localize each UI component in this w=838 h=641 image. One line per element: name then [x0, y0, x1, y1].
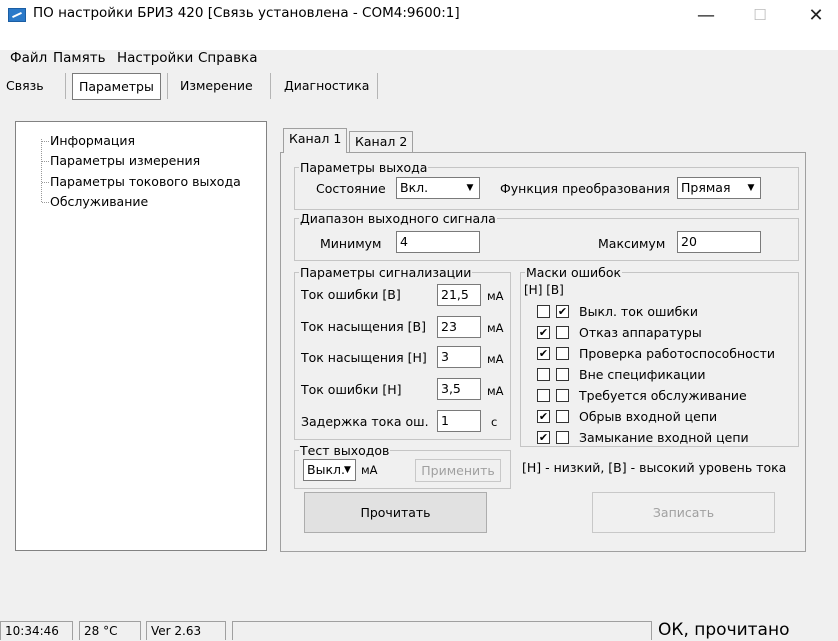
mask-high-checkbox[interactable]	[556, 431, 569, 444]
window-title: ПО настройки БРИЗ 420 [Связь установлена…	[33, 5, 460, 21]
unit-label: мА	[487, 321, 504, 335]
tab-separator	[270, 73, 271, 99]
tab-separator	[167, 73, 168, 99]
tab-separator	[65, 73, 66, 99]
max-input[interactable]: 20	[677, 231, 761, 253]
min-label: Минимум	[320, 236, 382, 251]
test-unit-label: мА	[361, 463, 378, 477]
menu-settings[interactable]: Настройки	[117, 50, 193, 66]
menu-bar	[0, 30, 838, 50]
status-temperature: 28 °C	[79, 621, 141, 640]
mask-high-checkbox[interactable]	[556, 368, 569, 381]
mask-high-checkbox[interactable]	[556, 389, 569, 402]
mask-label: Вне спецификации	[579, 367, 706, 382]
tree-connector	[42, 161, 49, 162]
state-select[interactable]: Вкл. ▼	[396, 177, 480, 199]
state-label: Состояние	[316, 181, 386, 196]
mask-label: Выкл. ток ошибки	[579, 304, 698, 319]
alarm-params-legend: Параметры сигнализации	[300, 265, 472, 280]
max-label: Максимум	[598, 236, 666, 251]
tab-separator	[377, 73, 378, 99]
error-current-low-input[interactable]: 3,5	[437, 378, 481, 400]
apply-button[interactable]: Применить	[415, 459, 501, 482]
range-legend: Диапазон выходного сигнала	[300, 211, 496, 226]
tree-connector	[42, 202, 49, 203]
alarm-label: Ток ошибки [Н]	[301, 382, 402, 397]
tree-item-measurement-params[interactable]: Параметры измерения	[50, 153, 200, 168]
mask-low-checkbox[interactable]: ✔	[537, 347, 550, 360]
status-time: 10:34:46	[0, 621, 73, 640]
mask-low-checkbox[interactable]	[537, 389, 550, 402]
alarm-label: Ток насыщения [В]	[301, 319, 426, 334]
tree-connector	[42, 141, 49, 142]
close-button[interactable]: ✕	[794, 0, 838, 30]
read-button[interactable]: Прочитать	[304, 492, 487, 533]
status-version: Ver 2.63	[146, 621, 226, 640]
tree-connector	[41, 139, 43, 202]
test-outputs-legend: Тест выходов	[300, 443, 390, 458]
tab-diagnostics[interactable]: Диагностика	[278, 73, 375, 98]
alarm-label: Ток ошибки [В]	[301, 287, 401, 302]
saturation-low-input[interactable]: 3	[437, 346, 481, 368]
level-note: [Н] - низкий, [В] - высокий уровень тока	[522, 460, 787, 475]
mask-low-checkbox[interactable]: ✔	[537, 410, 550, 423]
menu-help[interactable]: Справка	[198, 50, 257, 66]
mask-low-checkbox[interactable]	[537, 368, 550, 381]
error-masks-legend: Маски ошибок	[526, 265, 622, 280]
unit-label: с	[491, 415, 498, 429]
alarm-label: Ток насыщения [Н]	[301, 350, 427, 365]
tab-channel-1[interactable]: Канал 1	[283, 128, 348, 153]
function-label: Функция преобразования	[500, 181, 670, 196]
unit-label: мА	[487, 384, 504, 398]
mask-high-checkbox[interactable]	[556, 347, 569, 360]
tree-item-maintenance[interactable]: Обслуживание	[50, 194, 148, 209]
menu-memory[interactable]: Память	[53, 50, 106, 66]
test-output-select[interactable]: Выкл. ▼	[303, 459, 356, 481]
status-message: ОК, прочитано	[658, 620, 790, 640]
tree-item-info[interactable]: Информация	[50, 133, 135, 148]
min-input[interactable]: 4	[396, 231, 480, 253]
tree-connector	[42, 182, 49, 183]
minimize-button[interactable]: —	[684, 0, 728, 30]
app-icon	[8, 8, 26, 22]
output-params-legend: Параметры выхода	[300, 160, 428, 175]
mask-label: Обрыв входной цепи	[579, 409, 718, 424]
error-current-high-input[interactable]: 21,5	[437, 284, 481, 306]
function-select[interactable]: Прямая ▼	[677, 177, 761, 199]
mask-label: Отказ аппаратуры	[579, 325, 702, 340]
tree-view[interactable]: Информация Параметры измерения Параметры…	[15, 121, 267, 551]
error-delay-input[interactable]: 1	[437, 410, 481, 432]
mask-label: Замыкание входной цепи	[579, 430, 749, 445]
maximize-button[interactable]: ☐	[738, 0, 782, 30]
status-progress	[232, 621, 652, 640]
mask-label: Проверка работоспособности	[579, 346, 776, 361]
tab-channel-2[interactable]: Канал 2	[349, 131, 414, 153]
tree-item-current-output-params[interactable]: Параметры токового выхода	[50, 174, 241, 189]
mask-high-checkbox[interactable]: ✔	[556, 305, 569, 318]
function-value: Прямая	[681, 180, 731, 195]
tab-connection[interactable]: Связь	[0, 73, 50, 98]
mask-low-checkbox[interactable]: ✔	[537, 326, 550, 339]
mask-label: Требуется обслуживание	[579, 388, 747, 403]
unit-label: мА	[487, 352, 504, 366]
state-value: Вкл.	[400, 180, 429, 195]
mask-low-checkbox[interactable]	[537, 305, 550, 318]
mask-low-checkbox[interactable]: ✔	[537, 431, 550, 444]
alarm-label: Задержка тока ош.	[301, 414, 429, 429]
unit-label: мА	[487, 289, 504, 303]
mask-high-checkbox[interactable]	[556, 410, 569, 423]
dropdown-arrow-icon: ▼	[466, 183, 474, 193]
tab-measurement[interactable]: Измерение	[174, 73, 259, 98]
tab-parameters[interactable]: Параметры	[72, 73, 161, 100]
saturation-high-input[interactable]: 23	[437, 316, 481, 338]
dropdown-arrow-icon: ▼	[747, 183, 755, 193]
dropdown-arrow-icon: ▼	[344, 465, 351, 475]
masks-header: [Н] [В]	[524, 283, 564, 297]
write-button[interactable]: Записать	[592, 492, 775, 533]
menu-file[interactable]: Файл	[10, 50, 47, 66]
mask-high-checkbox[interactable]	[556, 326, 569, 339]
